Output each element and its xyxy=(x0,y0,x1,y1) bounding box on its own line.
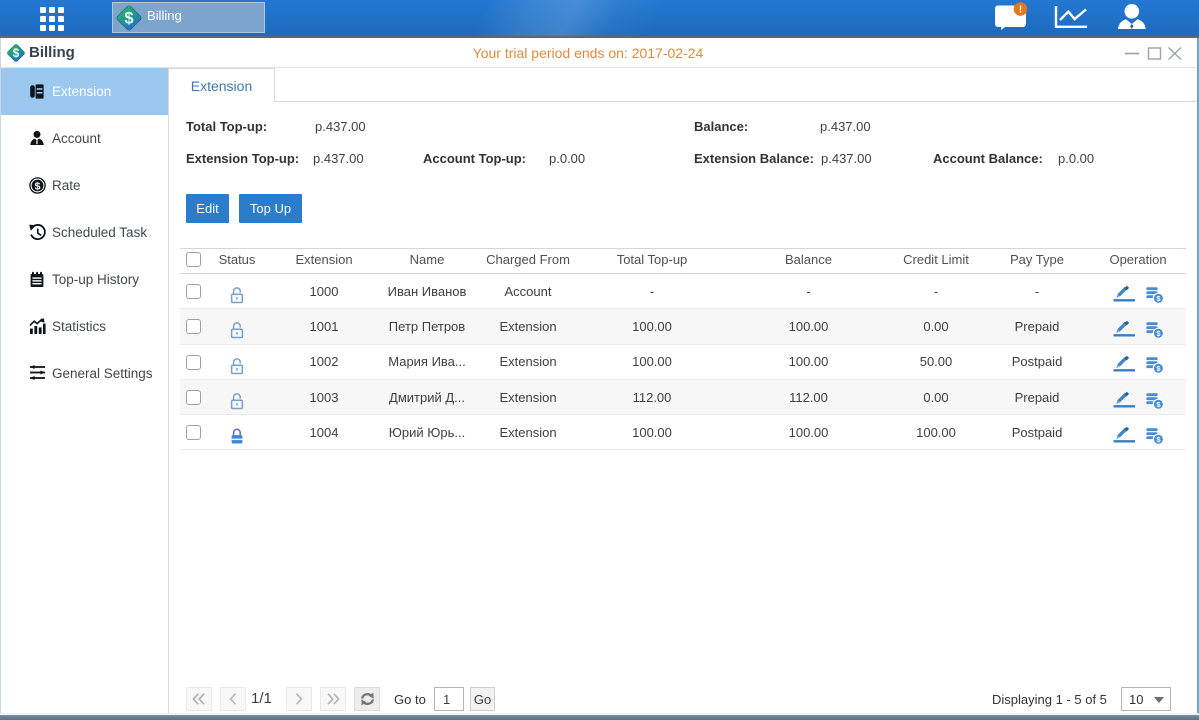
svg-text:!: ! xyxy=(1019,5,1022,16)
svg-text:$: $ xyxy=(35,180,41,192)
svg-text:$: $ xyxy=(124,9,133,27)
svg-text:$: $ xyxy=(13,46,20,60)
